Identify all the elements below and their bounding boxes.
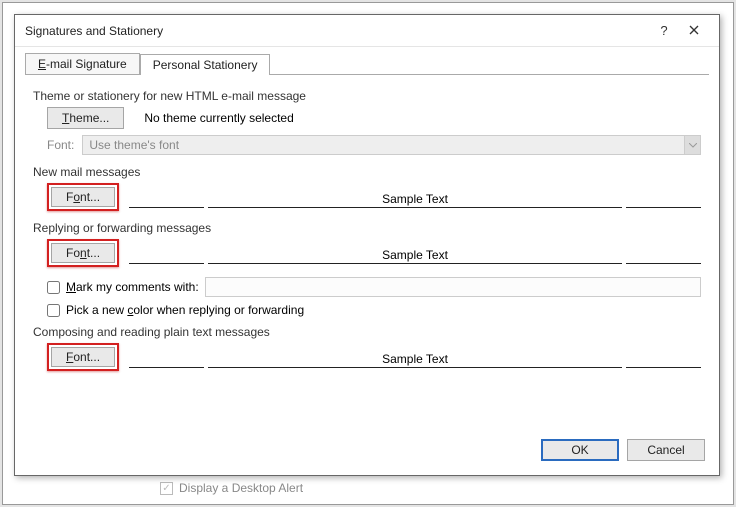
font-label: Font: [47,138,74,152]
background-checkbox: ✓ [160,482,173,495]
font-dropdown-value: Use theme's font [89,138,179,152]
mark-comments-row: Mark my comments with: [47,277,701,297]
titlebar: Signatures and Stationery ? [15,15,719,47]
highlight-font-button-3: Font... [47,343,119,371]
help-button[interactable]: ? [649,23,679,38]
plaintext-heading: Composing and reading plain text message… [33,325,701,339]
background-text: ✓ Display a Desktop Alert [160,481,303,495]
tab-email-signature[interactable]: E-mail Signature [25,53,140,74]
font-dropdown-row: Font: Use theme's font [47,135,701,155]
ok-button[interactable]: OK [541,439,619,461]
chevron-down-icon [684,136,700,154]
plaintext-row: Font... Sample Text [47,343,701,371]
dialog-footer: OK Cancel [15,433,719,475]
close-button[interactable] [679,23,709,38]
dialog-content: E-mail Signature Personal Stationery The… [15,47,719,433]
reply-row: Font... Sample Text [47,239,701,267]
plaintext-sample: Sample Text [129,346,701,368]
reply-font-button[interactable]: Font... [51,243,115,263]
highlight-font-button-2: Font... [47,239,119,267]
close-icon [689,25,699,35]
mark-comments-input[interactable] [205,277,701,297]
new-mail-font-button[interactable]: Font... [51,187,115,207]
new-color-row: Pick a new color when replying or forwar… [47,303,701,317]
font-dropdown: Use theme's font [82,135,701,155]
no-theme-label: No theme currently selected [144,111,293,125]
plaintext-sample-text: Sample Text [208,346,622,368]
new-color-label: Pick a new color when replying or forwar… [66,303,304,317]
new-mail-sample: Sample Text [129,186,701,208]
theme-button[interactable]: Theme... [47,107,124,129]
cancel-button[interactable]: Cancel [627,439,705,461]
highlight-font-button-1: Font... [47,183,119,211]
signatures-dialog: Signatures and Stationery ? E-mail Signa… [14,14,720,476]
new-mail-heading: New mail messages [33,165,701,179]
plaintext-font-button[interactable]: Font... [51,347,115,367]
stationery-panel: Theme or stationery for new HTML e-mail … [25,75,709,389]
new-mail-sample-text: Sample Text [208,186,622,208]
dialog-title: Signatures and Stationery [25,24,649,38]
mark-comments-label: Mark my comments with: [66,280,199,294]
theme-row: Theme... No theme currently selected [47,107,701,129]
reply-sample: Sample Text [129,242,701,264]
mark-comments-checkbox[interactable] [47,281,60,294]
new-color-checkbox[interactable] [47,304,60,317]
theme-heading: Theme or stationery for new HTML e-mail … [33,89,701,103]
tab-personal-stationery[interactable]: Personal Stationery [140,54,271,75]
reply-heading: Replying or forwarding messages [33,221,701,235]
reply-sample-text: Sample Text [208,242,622,264]
tab-strip: E-mail Signature Personal Stationery [25,53,709,75]
new-mail-row: Font... Sample Text [47,183,701,211]
